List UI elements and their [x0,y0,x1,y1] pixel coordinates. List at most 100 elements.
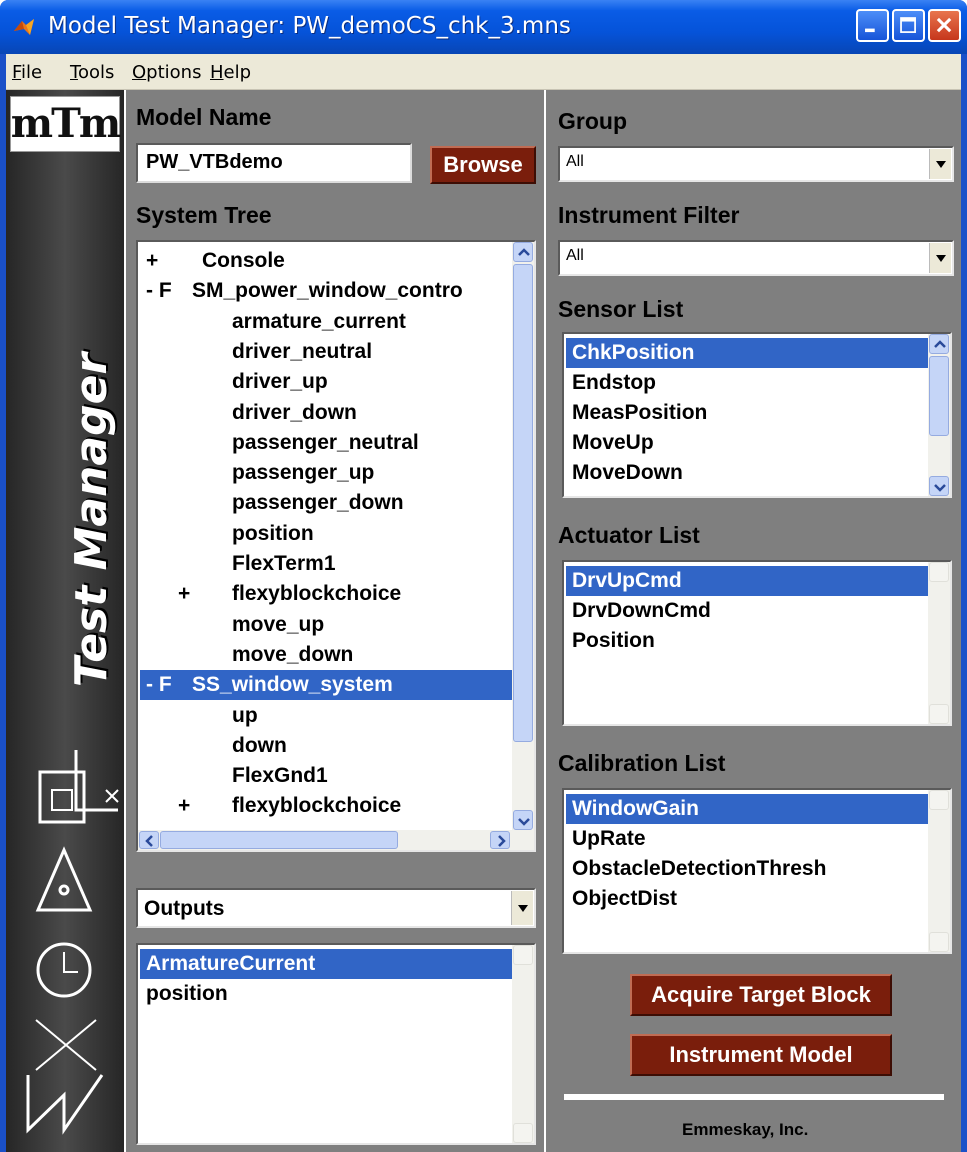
chevron-up-icon [934,340,946,348]
scroll-down-button[interactable] [513,1123,533,1143]
tree-node-prefix[interactable]: + [178,579,190,609]
tree-node[interactable]: down [140,731,512,761]
tree-node[interactable]: passenger_up [140,458,512,488]
tree-node[interactable]: up [140,701,512,731]
list-item[interactable]: MoveDown [566,458,683,488]
group-dropdown[interactable]: All [558,146,954,182]
list-item[interactable]: UpRate [566,824,646,854]
scroll-thumb[interactable] [513,264,533,742]
scroll-up-button[interactable] [513,945,533,965]
calibration-list[interactable]: WindowGain UpRate ObstacleDetectionThres… [562,788,952,954]
acquire-target-block-button[interactable]: Acquire Target Block [630,974,892,1016]
scroll-up-button[interactable] [929,562,949,582]
tree-node[interactable]: move_down [140,640,512,670]
tree-node[interactable]: passenger_down [140,488,512,518]
scroll-left-button[interactable] [139,831,159,849]
tree-node[interactable]: position [140,519,512,549]
menu-tools[interactable]: Tools [70,62,114,83]
tree-node[interactable]: driver_down [140,398,512,428]
list-item[interactable]: ArmatureCurrent [140,949,512,979]
tree-node-label: FlexTerm1 [232,552,336,575]
minimize-button[interactable] [856,9,889,42]
outputs-vscroll[interactable] [512,945,534,1143]
tree-vscroll[interactable] [512,242,534,830]
tree-node[interactable]: driver_up [140,367,512,397]
tree-node-label: SS_window_system [192,673,393,697]
scroll-down-button[interactable] [929,932,949,952]
model-name-input[interactable]: PW_VTBdemo [136,143,412,183]
window-title: Model Test Manager: PW_demoCS_chk_3.mns [48,13,571,39]
actuator-list[interactable]: DrvUpCmd DrvDownCmd Position [562,560,952,726]
list-item[interactable]: MeasPosition [566,398,707,428]
client-area: mTm Test Manager Model Name PW_VTBdemo B… [6,90,961,1152]
tree-node[interactable]: + flexyblockchoice [140,791,512,821]
tree-node-prefix[interactable]: + [178,791,190,821]
scroll-down-button[interactable] [513,810,533,830]
scroll-up-button[interactable] [513,242,533,262]
tree-node-prefix[interactable]: - F [146,670,172,700]
tree-node[interactable]: armature_current [140,307,512,337]
list-item[interactable]: DrvUpCmd [566,566,932,596]
menu-options[interactable]: Options [132,62,201,83]
tree-node[interactable]: - F SS_window_system [140,670,512,701]
list-item[interactable]: ObjectDist [566,884,677,914]
tree-node[interactable]: move_up [140,610,512,640]
dropdown-arrow-icon[interactable] [929,149,951,179]
maximize-button[interactable] [892,9,925,42]
outputs-dropdown[interactable]: Outputs [136,888,536,928]
tree-node[interactable]: - F SM_power_window_contro [140,276,512,306]
tree-node-prefix[interactable]: - F [146,276,172,306]
list-item[interactable]: ChkPosition [566,338,932,368]
scroll-up-button[interactable] [929,790,949,810]
tree-node[interactable]: + Console [140,246,512,276]
dropdown-arrow-icon[interactable] [929,243,951,273]
scroll-right-button[interactable] [490,831,510,849]
list-item[interactable]: DrvDownCmd [566,596,711,626]
sensor-vscroll[interactable] [928,334,950,496]
tree-node-label: flexyblockchoice [232,582,402,606]
list-item[interactable]: WindowGain [566,794,932,824]
instrument-model-button[interactable]: Instrument Model [630,1034,892,1076]
actuator-vscroll[interactable] [928,562,950,724]
actuator-list-label: Actuator List [558,522,700,548]
calibration-vscroll[interactable] [928,790,950,952]
browse-button[interactable]: Browse [430,146,536,184]
tree-node[interactable]: passenger_neutral [140,428,512,458]
outputs-list[interactable]: ArmatureCurrent position [136,943,536,1145]
title-bar[interactable]: Model Test Manager: PW_demoCS_chk_3.mns [0,0,967,54]
system-tree-label: System Tree [136,202,272,228]
scroll-up-button[interactable] [929,334,949,354]
tree-node-prefix[interactable]: + [146,246,158,276]
logo-strip: mTm Test Manager [6,90,124,1152]
tree-node-label: passenger_neutral [232,430,419,454]
tree-node[interactable]: FlexTerm1 [140,549,512,579]
close-button[interactable] [928,9,961,42]
company-footer: Emmeskay, Inc. [682,1120,809,1139]
tree-node-label: driver_up [232,370,328,394]
list-item[interactable]: MoveUp [566,428,654,458]
close-icon [936,17,952,33]
list-item[interactable]: Position [566,626,655,656]
list-item[interactable]: position [140,979,512,1009]
system-tree[interactable]: + Console - F SM_power_window_contro armatur… [136,240,536,852]
instrument-filter-dropdown[interactable]: All [558,240,954,276]
chevron-right-icon [498,835,506,847]
dropdown-arrow-icon[interactable] [511,891,533,925]
sensor-list[interactable]: ChkPosition Endstop MeasPosition MoveUp … [562,332,952,498]
scroll-down-button[interactable] [929,704,949,724]
tree-hscroll[interactable] [138,830,534,850]
divider [564,1094,944,1100]
scroll-thumb[interactable] [929,356,949,436]
list-item[interactable]: ObstacleDetectionThresh [566,854,826,884]
list-item[interactable]: Endstop [566,368,656,398]
group-label: Group [558,108,627,134]
menu-file[interactable]: File [12,62,42,83]
menu-help[interactable]: Help [210,62,251,83]
hscroll-thumb[interactable] [160,831,398,849]
scroll-down-button[interactable] [929,476,949,496]
tree-node[interactable]: FlexGnd1 [140,761,512,791]
left-panel: Model Name PW_VTBdemo Browse System Tree… [126,90,544,1152]
tree-node-label: up [232,703,258,727]
tree-node[interactable]: driver_neutral [140,337,512,367]
tree-node[interactable]: + flexyblockchoice [140,579,512,609]
